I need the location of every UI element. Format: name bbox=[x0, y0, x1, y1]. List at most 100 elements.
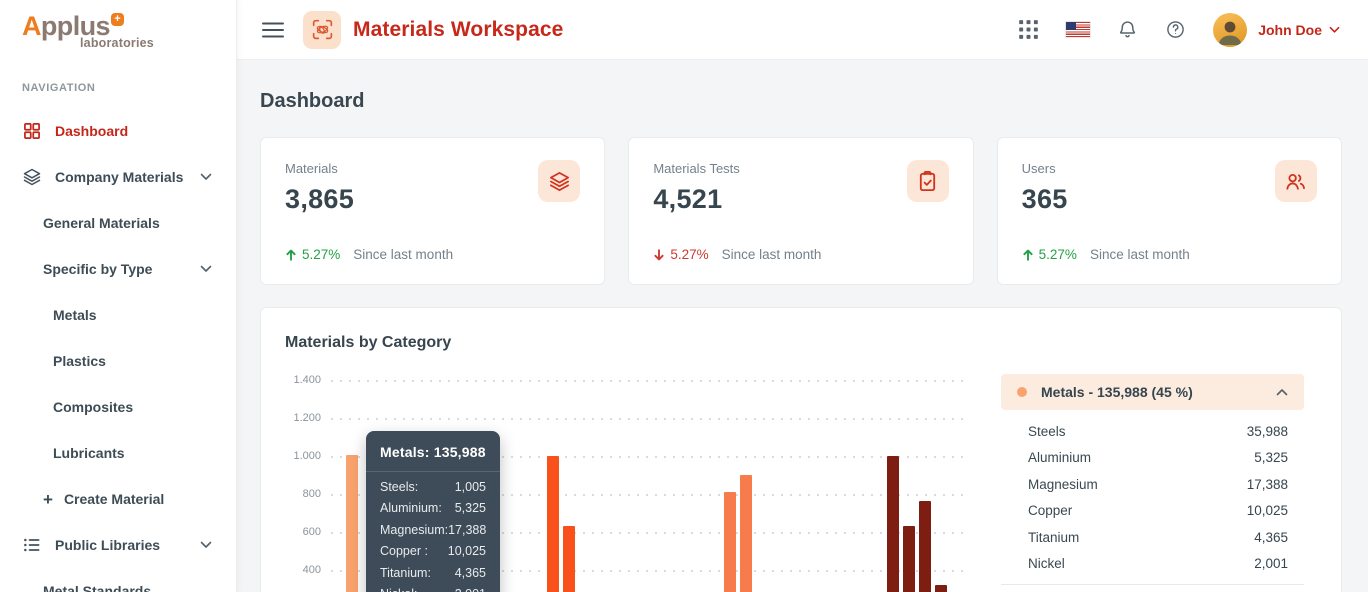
layers-icon bbox=[538, 160, 580, 202]
chevron-down-icon bbox=[200, 173, 212, 181]
sidebar-item-label: Plastics bbox=[53, 353, 106, 369]
stat-value: 4,521 bbox=[653, 184, 948, 215]
sidebar-item-plastics[interactable]: Plastics bbox=[0, 338, 236, 384]
tooltip-row-label: Titanium: bbox=[380, 566, 431, 580]
bar-group-4-3[interactable] bbox=[919, 501, 931, 592]
sidebar-item-create-material[interactable]: +Create Material bbox=[0, 476, 236, 522]
hamburger-menu-icon[interactable] bbox=[262, 22, 284, 38]
us-flag-language-icon[interactable] bbox=[1066, 22, 1090, 37]
legend-row-magnesium: Magnesium 17,388 bbox=[1001, 471, 1304, 498]
trend-down-arrow-icon bbox=[653, 249, 665, 261]
tooltip-row-label: Magnesium: bbox=[380, 523, 448, 537]
y-axis-tick-label: 600 bbox=[273, 526, 321, 538]
stat-label: Users bbox=[1022, 161, 1317, 176]
legend-row-label: Nickel bbox=[1028, 556, 1065, 571]
nav-section-label: NAVIGATION bbox=[22, 82, 236, 94]
legend-dot-icon bbox=[1017, 387, 1027, 397]
help-icon[interactable] bbox=[1165, 19, 1186, 40]
chart-title: Materials by Category bbox=[285, 334, 451, 352]
sidebar-item-label: Composites bbox=[53, 399, 133, 415]
y-axis-tick-label: 1.000 bbox=[273, 450, 321, 462]
sidebar-item-lubricants[interactable]: Lubricants bbox=[0, 430, 236, 476]
stat-value: 365 bbox=[1022, 184, 1317, 215]
sidebar-item-public-libraries[interactable]: Public Libraries bbox=[0, 522, 236, 568]
trend-percent: 5.27% bbox=[670, 247, 708, 262]
legend-panel: Metals - 135,988 (45 %)Steels35,988Alumi… bbox=[1001, 374, 1304, 592]
tooltip-divider bbox=[366, 471, 500, 472]
materials-by-category-card: Materials by Category 1.400 1.200 1.000 800… bbox=[260, 307, 1342, 592]
legend-section-metals[interactable]: Metals - 135,988 (45 %) bbox=[1001, 374, 1304, 410]
sidebar-item-label: Public Libraries bbox=[55, 537, 160, 553]
legend-row-value: 35,988 bbox=[1247, 424, 1288, 439]
tooltip-row: Nickel: 2,001 bbox=[380, 587, 486, 592]
gridline bbox=[331, 418, 966, 420]
sidebar: Applus+ laboratories NAVIGATION Dashboar… bbox=[0, 0, 237, 592]
stat-label: Materials bbox=[285, 161, 580, 176]
applus-logo[interactable]: Applus+ laboratories bbox=[0, 0, 236, 50]
bar-metals-1[interactable] bbox=[346, 455, 358, 592]
chevron-up-icon bbox=[1276, 388, 1288, 396]
chevron-down-icon bbox=[200, 265, 212, 273]
trend-up-arrow-icon bbox=[1022, 249, 1034, 261]
tooltip-row-value: 17,388 bbox=[448, 523, 486, 537]
y-axis-tick-label: 800 bbox=[273, 488, 321, 500]
trend-note: Since last month bbox=[353, 247, 453, 262]
legend-row-label: Magnesium bbox=[1028, 477, 1098, 492]
sidebar-item-general-materials[interactable]: General Materials bbox=[0, 200, 236, 246]
sidebar-item-metal-standards[interactable]: Metal Standards bbox=[0, 568, 236, 592]
bar-group-3-1[interactable] bbox=[724, 492, 736, 592]
tooltip-row: Steels:1,005 bbox=[380, 480, 486, 494]
users-icon bbox=[1275, 160, 1317, 202]
bar-plastics-1[interactable] bbox=[547, 456, 559, 592]
logo-letter: A bbox=[22, 11, 41, 41]
bar-plastics-2[interactable] bbox=[563, 526, 575, 592]
sidebar-item-metals[interactable]: Metals bbox=[0, 292, 236, 338]
apps-grid-icon[interactable] bbox=[1018, 19, 1039, 40]
legend-divider bbox=[1001, 584, 1304, 585]
layers-icon bbox=[22, 167, 42, 187]
page-title: Dashboard bbox=[260, 90, 1342, 113]
trend-note: Since last month bbox=[722, 247, 822, 262]
tooltip-row: Copper :10,025 bbox=[380, 544, 486, 558]
stat-trend: 5.27%Since last month bbox=[1022, 247, 1190, 262]
plus-icon: + bbox=[43, 491, 53, 508]
legend-section-plastics[interactable]: Plastics - 105,322 (32 %) bbox=[1001, 588, 1304, 592]
legend-row-value: 10,025 bbox=[1247, 503, 1288, 518]
tooltip-row: Titanium: 4,365 bbox=[380, 566, 486, 580]
sidebar-item-composites[interactable]: Composites bbox=[0, 384, 236, 430]
bar-group-4-2[interactable] bbox=[903, 526, 915, 592]
y-axis-tick-label: 1.200 bbox=[273, 412, 321, 424]
sidebar-item-specific-by-type[interactable]: Specific by Type bbox=[0, 246, 236, 292]
user-menu[interactable]: John Doe bbox=[1213, 13, 1340, 47]
bar-group-4-4[interactable] bbox=[935, 585, 947, 592]
sidebar-item-dashboard[interactable]: Dashboard bbox=[0, 108, 236, 154]
tooltip-row-value: 2,001 bbox=[455, 587, 486, 592]
sidebar-item-label: Specific by Type bbox=[43, 261, 152, 277]
notifications-bell-icon[interactable] bbox=[1117, 19, 1138, 40]
tooltip-title: Metals: 135,988 bbox=[380, 444, 486, 460]
legend-row-value: 17,388 bbox=[1247, 477, 1288, 492]
chevron-down-icon bbox=[200, 541, 212, 549]
sidebar-item-label: Metal Standards bbox=[43, 583, 151, 592]
y-axis-tick-label: 400 bbox=[273, 564, 321, 576]
legend-row-label: Aluminium bbox=[1028, 450, 1091, 465]
trend-note: Since last month bbox=[1090, 247, 1190, 262]
bar-group-3-2[interactable] bbox=[740, 475, 752, 592]
stat-label: Materials Tests bbox=[653, 161, 948, 176]
legend-row-aluminium: Aluminium5,325 bbox=[1001, 445, 1304, 472]
tooltip-row-value: 5,325 bbox=[455, 501, 486, 515]
tooltip-row-label: Aluminium: bbox=[380, 501, 442, 515]
bar-group-4-1[interactable] bbox=[887, 456, 899, 592]
dashboard-grid-icon bbox=[22, 121, 42, 141]
tooltip-row-value: 4,365 bbox=[455, 566, 486, 580]
sidebar-item-label: Company Materials bbox=[55, 169, 183, 185]
legend-rows: Steels35,988Aluminium5,325Magnesium17,38… bbox=[1001, 418, 1304, 577]
stats-row: Materials3,8655.27%Since last monthMater… bbox=[260, 137, 1342, 285]
trend-up-arrow-icon bbox=[285, 249, 297, 261]
legend-section-title: Metals - 135,988 (45 %) bbox=[1041, 384, 1193, 400]
sidebar-item-company-materials[interactable]: Company Materials bbox=[0, 154, 236, 200]
tooltip-row-label: Nickel: bbox=[380, 587, 418, 592]
avatar bbox=[1213, 13, 1247, 47]
y-axis-tick-label: 1.400 bbox=[273, 374, 321, 386]
tooltip-row-value: 1,005 bbox=[455, 480, 486, 494]
